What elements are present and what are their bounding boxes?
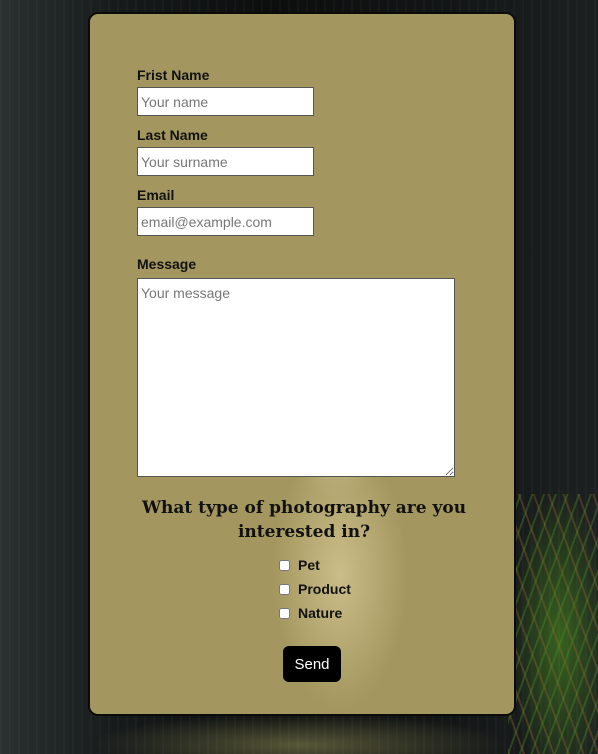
send-button[interactable]: Send	[283, 646, 341, 682]
product-checkbox[interactable]	[279, 583, 290, 595]
email-input[interactable]	[137, 207, 314, 236]
nature-checkbox[interactable]	[279, 607, 290, 619]
email-label: Email	[137, 187, 175, 203]
nature-label: Nature	[298, 605, 343, 621]
first-name-input[interactable]	[137, 87, 314, 116]
pet-label: Pet	[298, 557, 320, 573]
option-nature[interactable]: Nature	[279, 604, 342, 622]
first-name-label: Frist Name	[137, 67, 210, 83]
option-product[interactable]: Product	[279, 580, 351, 598]
background-grass	[508, 494, 598, 754]
message-textarea[interactable]	[137, 278, 455, 477]
contact-form: Frist Name Last Name Email Message What …	[88, 12, 516, 716]
last-name-input[interactable]	[137, 147, 314, 176]
message-label: Message	[137, 256, 197, 272]
pet-checkbox[interactable]	[279, 559, 290, 571]
product-label: Product	[298, 581, 351, 597]
photography-question: What type of photography are you interes…	[141, 498, 467, 542]
option-pet[interactable]: Pet	[279, 556, 320, 574]
last-name-label: Last Name	[137, 127, 208, 143]
